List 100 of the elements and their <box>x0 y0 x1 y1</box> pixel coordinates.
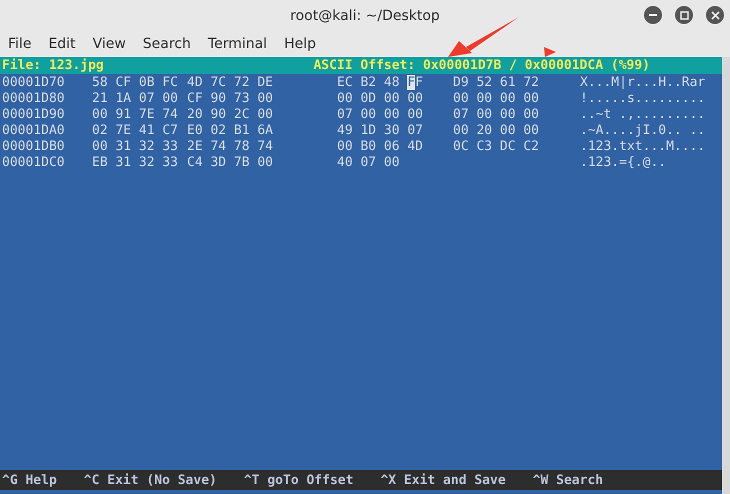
hex-byte: 58 <box>92 75 108 91</box>
hex-byte: C3 <box>476 139 492 155</box>
scrollbar[interactable] <box>722 57 730 494</box>
hex-byte: 00 <box>162 91 178 107</box>
hex-byte: FC <box>162 75 178 91</box>
hex-byte: 33 <box>162 139 178 155</box>
hex-byte: 00 <box>92 107 108 123</box>
hex-byte: 00 <box>500 107 516 123</box>
address-cell-text: 00001DA0 <box>2 123 66 139</box>
hex-byte: 00 <box>337 91 353 107</box>
hex-byte: 7E <box>138 107 155 123</box>
hex-byte: 32 <box>138 155 155 171</box>
hex-byte: 7C <box>210 75 226 91</box>
menu-item[interactable]: Terminal <box>208 36 268 52</box>
hex-byte: 74 <box>257 139 274 155</box>
hex-byte: 0B <box>138 75 155 91</box>
shortcut-hint: ^G Help <box>2 472 57 488</box>
hex-byte: 07 <box>337 107 353 123</box>
hex-byte: 00 <box>407 91 424 107</box>
hex-byte: E0 <box>187 123 203 139</box>
close-button[interactable] <box>706 6 724 24</box>
minimize-button[interactable] <box>644 6 662 24</box>
hex-byte: 0D <box>360 91 376 107</box>
hex-byte: 00 <box>360 107 376 123</box>
shortcut-hint: ^X Exit and Save <box>380 472 506 488</box>
hex-byte: 00 <box>257 107 274 123</box>
hex-byte: 21 <box>92 91 108 107</box>
hex-byte: 2E <box>187 139 203 155</box>
hex-byte: 31 <box>115 139 132 155</box>
hex-byte: 74 <box>210 139 226 155</box>
hex-byte: 74 <box>162 107 178 123</box>
ascii-text: .~A....jI.0.. .. <box>580 123 706 139</box>
hex-byte: 1D <box>360 123 376 139</box>
hex-byte: 61 <box>500 75 516 91</box>
hex-byte: 2C <box>234 107 250 123</box>
hex-byte: B0 <box>360 139 376 155</box>
close-icon <box>710 10 720 20</box>
offset-readout: ASCII Offset: 0x00001D7B / 0x00001DCA (%99) <box>313 58 650 73</box>
ascii-text: .123.={.@.. <box>580 155 668 171</box>
hex-byte: 00 <box>453 123 469 139</box>
hex-byte: 3D <box>210 155 226 171</box>
hex-byte: 00 <box>500 91 516 107</box>
hex-byte: 00 <box>523 107 540 123</box>
hex-byte: FF <box>407 75 424 91</box>
hex-byte: EC <box>337 75 353 91</box>
menu-item[interactable]: Search <box>142 36 191 52</box>
hex-byte: 00 <box>500 123 516 139</box>
ascii-text: X...M|r...H..Rar <box>580 75 706 91</box>
hex-byte: 00 <box>384 107 400 123</box>
maximize-button[interactable] <box>675 6 693 24</box>
address-cell-text: 00001D90 <box>2 107 66 123</box>
hex-byte: 07 <box>360 155 376 171</box>
menu-item[interactable]: Edit <box>48 36 76 52</box>
hex-byte: 78 <box>234 139 250 155</box>
hex-byte: 00 <box>257 155 274 171</box>
hex-byte: B2 <box>360 75 376 91</box>
address-cell-text: 00001D70 <box>2 75 66 91</box>
hex-byte: 06 <box>384 139 400 155</box>
hex-byte: 07 <box>138 91 155 107</box>
hex-byte: 07 <box>453 107 469 123</box>
hex-byte: 0C <box>453 139 469 155</box>
hex-byte: 31 <box>115 155 132 171</box>
hex-byte: D9 <box>453 75 469 91</box>
hex-byte: 48 <box>384 75 400 91</box>
hex-byte: C7 <box>162 123 178 139</box>
hex-byte: 00 <box>337 139 353 155</box>
hex-byte: 6A <box>257 123 274 139</box>
hex-byte: 4D <box>187 75 203 91</box>
hex-byte: 7E <box>115 123 132 139</box>
ascii-text: !.....s......... <box>580 91 706 107</box>
hex-byte: 1A <box>115 91 132 107</box>
hex-byte: 00 <box>92 139 108 155</box>
hex-byte: 00 <box>453 91 469 107</box>
hex-byte: DE <box>257 75 274 91</box>
hex-byte: B1 <box>234 123 250 139</box>
hex-byte: 00 <box>257 91 274 107</box>
hex-byte: 07 <box>407 123 424 139</box>
ascii-text: ..~t .,......... <box>580 107 706 123</box>
hex-byte: 00 <box>523 123 540 139</box>
address-cell-text: 00001DB0 <box>2 139 66 155</box>
shortcut-hint: ^W Search <box>532 472 604 488</box>
hex-byte: DC <box>500 139 516 155</box>
hex-byte: 41 <box>138 123 155 139</box>
hex-byte: 00 <box>523 91 540 107</box>
triangle-mark <box>544 47 556 57</box>
hex-byte: C4 <box>187 155 203 171</box>
menu-item[interactable]: File <box>8 36 32 52</box>
hex-byte: EB <box>92 155 108 171</box>
hex-byte: 91 <box>115 107 132 123</box>
address-cell-text: 00001DC0 <box>2 155 66 171</box>
hex-byte: 30 <box>384 123 400 139</box>
minimize-icon <box>649 14 657 16</box>
maximize-icon <box>680 10 688 20</box>
hex-byte: 00 <box>476 107 492 123</box>
address-cell-text: 00001D80 <box>2 91 66 107</box>
hex-byte: 90 <box>210 91 226 107</box>
hex-byte: 00 <box>384 91 400 107</box>
menu-item[interactable]: Help <box>284 36 316 52</box>
menu-item[interactable]: View <box>92 36 126 52</box>
hex-byte: 4D <box>407 139 424 155</box>
